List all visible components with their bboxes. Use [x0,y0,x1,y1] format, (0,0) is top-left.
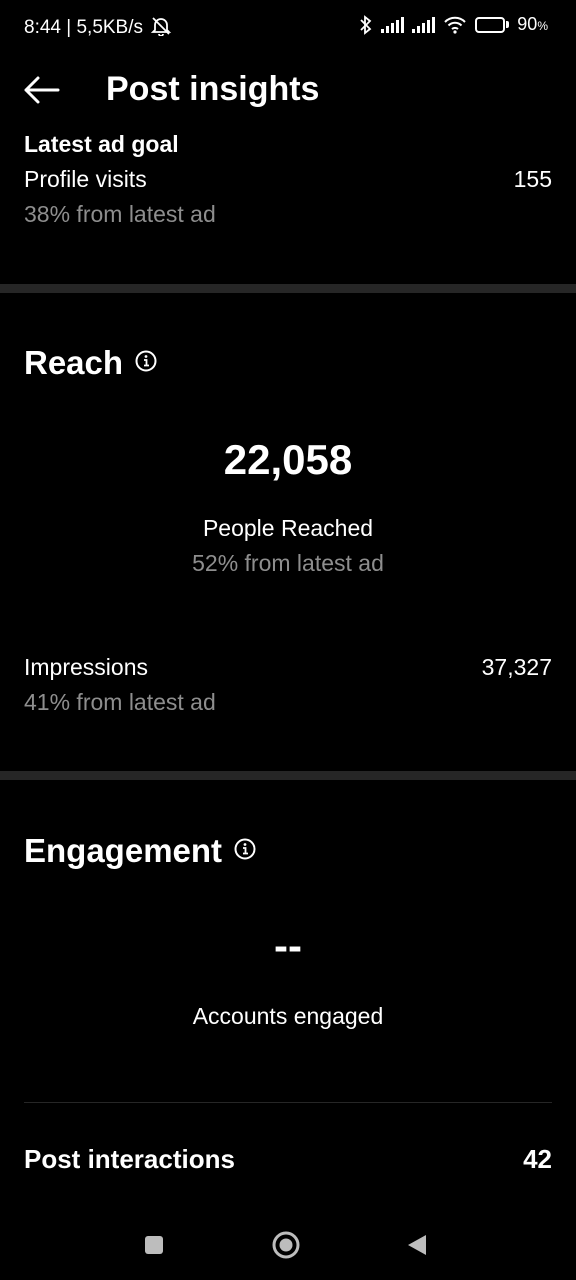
home-circle-icon[interactable] [272,1231,300,1259]
arrow-left-icon[interactable] [22,72,62,108]
row-divider [24,1102,552,1103]
wifi-icon [444,16,467,34]
profile-visits-value: 155 [513,166,552,192]
profile-visits-change: 38% from latest ad [24,201,216,227]
reach-title: Reach [24,344,124,381]
back-triangle-icon[interactable] [406,1234,428,1256]
profile-visits-label: Profile visits [24,166,147,192]
people-reached-change: 52% from latest ad [192,550,384,576]
status-time: 8:44 | 5,5KB/s [24,16,172,39]
page-title: Post insights [106,70,320,108]
bluetooth-icon [360,14,372,35]
accounts-engaged-value: -- [274,922,302,969]
ad-goal-heading: Latest ad goal [24,131,179,157]
people-reached-value: 22,058 [223,436,353,483]
status-icons: 90% [359,14,548,35]
people-reached-label: People Reached [202,515,374,541]
info-icon[interactable] [234,838,256,860]
recents-square-icon[interactable] [145,1236,163,1254]
engagement-header: Engagement [24,832,256,870]
impressions-label: Impressions [24,654,148,680]
post-interactions-label[interactable]: Post interactions [24,1144,235,1175]
impressions-value: 37,327 [481,654,552,680]
engagement-title: Engagement [24,832,223,869]
status-time-text: 8:44 | 5,5KB/s [24,17,144,38]
impressions-change: 41% from latest ad [24,689,216,715]
signal-icon [381,16,405,33]
battery-icon [475,16,510,33]
post-interactions-value: 42 [523,1144,552,1174]
signal-icon [412,16,436,33]
mute-notifications-icon [151,17,172,37]
reach-header: Reach [24,344,157,382]
section-divider [0,771,576,780]
section-divider [0,284,576,293]
battery-percent: 90% [517,14,548,34]
info-icon[interactable] [135,350,157,372]
accounts-engaged-label: Accounts engaged [192,1003,384,1029]
